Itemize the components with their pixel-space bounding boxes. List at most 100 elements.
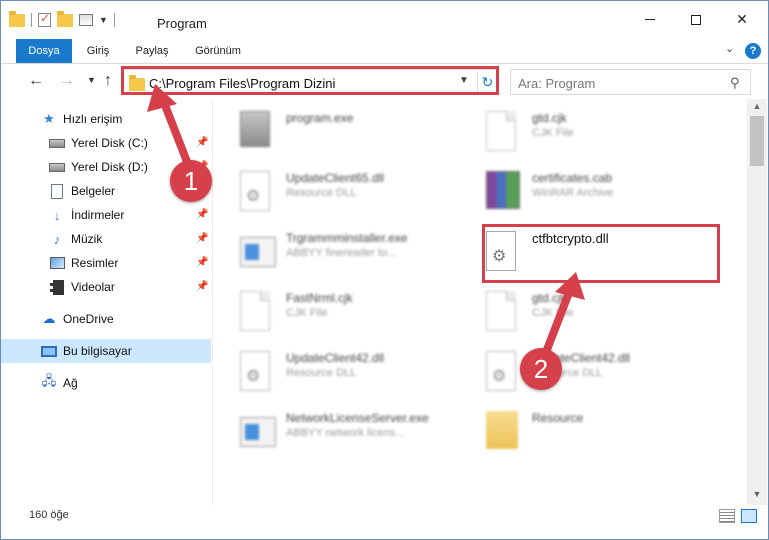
list-item[interactable]: certificates.cab WinRAR Archive — [486, 169, 726, 219]
forward-arrow-icon[interactable]: → — [59, 72, 75, 90]
window-title: Program — [157, 16, 207, 31]
scroll-down-icon[interactable]: ▼ — [747, 489, 767, 499]
archive-icon — [486, 171, 522, 213]
item-count: 160 öğe — [29, 509, 69, 521]
refresh-icon[interactable]: ↻ — [477, 72, 497, 92]
file-name: UpdateClient65.dll — [286, 171, 385, 185]
list-item[interactable]: Resource — [486, 409, 726, 459]
list-item[interactable]: NetworkLicenseServer.exe ABBYY network l… — [240, 409, 480, 459]
navigation-pane: ★ Hızlı erişim Yerel Disk (C:) 📌 Yerel D… — [1, 99, 213, 505]
disk-icon — [49, 159, 65, 175]
up-arrow-icon[interactable]: ↑ — [104, 72, 112, 90]
download-icon: ↓ — [53, 207, 61, 223]
tab-file[interactable]: Dosya — [16, 39, 72, 63]
target-file-item[interactable]: ⚙ ctfbtcrypto.dll — [486, 229, 726, 279]
dll-icon: ⚙ — [486, 231, 522, 273]
scrollbar-thumb[interactable] — [750, 116, 764, 166]
list-item[interactable]: FastNrml.cjk CJK File — [240, 289, 480, 339]
file-name: gtd.cjk — [532, 111, 567, 125]
search-icon[interactable]: ⚲ — [730, 75, 740, 91]
close-icon: ✕ — [736, 11, 748, 27]
search-placeholder: Ara: Program — [518, 76, 596, 91]
file-name: Trgrammminstaller.exe — [286, 231, 408, 245]
document-icon — [49, 183, 65, 199]
toolbar-divider — [113, 13, 115, 27]
pictures-icon — [49, 255, 65, 271]
vertical-scrollbar[interactable]: ▲ ▼ — [747, 99, 767, 505]
quick-access-toolbar: ▼ — [9, 10, 115, 27]
list-item[interactable]: gtd.cjk CJK File — [486, 109, 726, 159]
pin-icon[interactable]: 📌 — [196, 137, 208, 148]
generic-file-icon — [240, 291, 276, 333]
close-button[interactable]: ✕ — [719, 1, 765, 38]
ribbon-expand-icon[interactable]: ⌄ — [725, 42, 734, 55]
status-bar: 160 öğe — [1, 505, 768, 539]
sidebar-item-onedrive[interactable]: ☁ OneDrive — [1, 307, 211, 331]
list-item[interactable]: gtd.cjk CJK File — [486, 289, 726, 339]
maximize-button[interactable] — [673, 1, 719, 38]
list-item[interactable]: ⚙ UpdateClient65.dll Resource DLL — [240, 169, 480, 219]
address-path[interactable]: C:\Program Files\Program Dizini — [149, 76, 335, 91]
file-type: ABBYY finereader to... — [286, 247, 397, 259]
address-dropdown-icon[interactable]: ▼ — [459, 75, 469, 86]
file-name: certificates.cab — [532, 171, 613, 185]
file-type: CJK File — [532, 127, 574, 139]
exe-icon — [240, 411, 276, 453]
pin-icon[interactable]: 📌 — [196, 233, 208, 244]
file-name: Resource — [532, 411, 584, 425]
file-name: NetworkLicenseServer.exe — [286, 411, 429, 425]
toolbar-divider — [31, 13, 32, 27]
step-badge-2: 2 — [520, 348, 562, 390]
sidebar-item-label: Resimler — [71, 256, 119, 270]
scroll-up-icon[interactable]: ▲ — [747, 101, 767, 111]
sidebar-item-label: Yerel Disk (D:) — [71, 160, 148, 174]
sidebar-item-music[interactable]: ♪ Müzik 📌 — [1, 227, 211, 251]
explorer-window: ▼ Program ✕ Dosya Giriş Paylaş Görünüm ⌄… — [0, 0, 769, 540]
sidebar-item-this-pc[interactable]: Bu bilgisayar — [1, 339, 211, 363]
file-type: CJK File — [286, 307, 328, 319]
address-bar[interactable]: C:\Program Files\Program Dizini ▼ ↻ — [122, 69, 499, 95]
ribbon-tabs: Dosya Giriş Paylaş Görünüm ⌄ ? — [1, 39, 768, 64]
pin-icon[interactable]: 📌 — [196, 281, 208, 292]
file-name: FastNrml.cjk — [286, 291, 353, 305]
sidebar-item-label: Videolar — [71, 280, 115, 294]
file-name: ctfbtcrypto.dll — [532, 231, 609, 246]
list-item[interactable]: ⚙ UpdateClient42.dll Resource DLL — [240, 349, 480, 399]
chevron-down-icon[interactable]: ▼ — [99, 15, 108, 25]
file-type: Resource DLL — [286, 367, 357, 379]
sidebar-item-disk-c[interactable]: Yerel Disk (C:) 📌 — [1, 131, 211, 155]
customize-toolbar-icon[interactable] — [79, 14, 93, 26]
pin-icon[interactable]: 📌 — [196, 209, 208, 220]
minimize-icon — [645, 19, 655, 20]
minimize-button[interactable] — [627, 1, 673, 38]
recent-locations-chevron-icon[interactable]: ▼ — [87, 75, 96, 85]
program-icon — [240, 111, 276, 153]
pin-icon[interactable]: 📌 — [196, 257, 208, 268]
sidebar-item-label: Ağ — [63, 376, 78, 390]
tab-share[interactable]: Paylaş — [125, 39, 179, 63]
details-view-icon[interactable] — [719, 509, 735, 523]
properties-check-icon[interactable] — [38, 11, 51, 27]
back-arrow-icon[interactable]: ← — [28, 72, 44, 90]
star-icon: ★ — [43, 111, 55, 126]
search-input[interactable]: Ara: Program ⚲ — [510, 69, 751, 95]
file-type: Resource DLL — [286, 187, 357, 199]
tab-home[interactable]: Giriş — [75, 39, 121, 63]
sidebar-item-pictures[interactable]: Resimler 📌 — [1, 251, 211, 275]
sidebar-item-videos[interactable]: Videolar 📌 — [1, 275, 211, 299]
generic-file-icon — [486, 291, 522, 333]
title-bar: ▼ Program ✕ — [1, 1, 768, 38]
list-item[interactable]: Trgrammminstaller.exe ABBYY finereader t… — [240, 229, 480, 279]
sidebar-item-label: İndirmeler — [71, 208, 125, 222]
maximize-icon — [691, 14, 701, 25]
large-icons-view-icon[interactable] — [741, 509, 757, 523]
new-folder-icon[interactable] — [57, 10, 73, 27]
sidebar-item-downloads[interactable]: ↓ İndirmeler 📌 — [1, 203, 211, 227]
file-list: program.exe gtd.cjk CJK File ⚙ UpdateCli… — [214, 99, 746, 505]
sidebar-item-label: Müzik — [71, 232, 103, 246]
help-icon[interactable]: ? — [745, 43, 761, 59]
list-item[interactable]: program.exe — [240, 109, 480, 159]
tab-view[interactable]: Görünüm — [186, 39, 250, 63]
sidebar-item-quick-access[interactable]: ★ Hızlı erişim — [1, 107, 211, 131]
sidebar-item-network[interactable]: 🖧 Ağ — [1, 371, 211, 395]
